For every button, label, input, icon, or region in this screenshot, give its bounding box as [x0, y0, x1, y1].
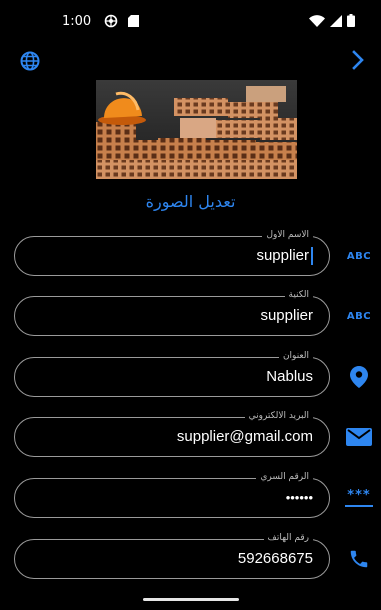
battery-icon	[347, 14, 355, 27]
phone-icon	[344, 547, 374, 571]
password-label: الرقم السري	[256, 470, 313, 484]
chevron-right-icon	[352, 50, 364, 70]
address-label: العنوان	[278, 349, 313, 363]
password-row: الرقم السري •••••• ***	[0, 470, 381, 522]
first-name-row: الاسم الاول supplier ABC	[0, 228, 381, 280]
phone-field[interactable]: رقم الهاتف 592668675	[14, 531, 330, 579]
first-name-value: supplier	[256, 247, 309, 264]
top-bar	[0, 45, 381, 75]
globe-icon	[20, 51, 40, 71]
status-bar: 1:00	[0, 0, 381, 40]
last-name-row: الكنية supplier ABC	[0, 288, 381, 340]
abc-icon: ABC	[346, 250, 372, 262]
back-button[interactable]	[347, 49, 369, 71]
last-name-value: supplier	[260, 307, 313, 324]
construction-bricks-image	[96, 80, 297, 179]
address-row: العنوان Nablus	[0, 349, 381, 401]
password-value: ••••••	[285, 490, 313, 505]
password-field[interactable]: الرقم السري ••••••	[14, 470, 330, 518]
sd-card-icon	[128, 15, 139, 27]
location-pin-icon	[344, 365, 374, 389]
phone-value: 592668675	[237, 550, 313, 567]
email-label: البريد الالكتروني	[244, 409, 313, 423]
first-name-label: الاسم الاول	[262, 228, 313, 242]
last-name-label: الكنية	[284, 288, 313, 302]
phone-row: رقم الهاتف 592668675	[0, 531, 381, 583]
address-field[interactable]: العنوان Nablus	[14, 349, 330, 397]
email-row: البريد الالكتروني supplier@gmail.com	[0, 409, 381, 461]
edit-photo-button[interactable]: تعديل الصورة	[0, 192, 381, 211]
last-name-field[interactable]: الكنية supplier	[14, 288, 330, 336]
first-name-field[interactable]: الاسم الاول supplier	[14, 228, 330, 276]
vpn-icon	[104, 14, 118, 28]
phone-label: رقم الهاتف	[263, 531, 313, 545]
address-value: Nablus	[266, 368, 313, 385]
home-indicator[interactable]	[143, 598, 239, 601]
email-value: supplier@gmail.com	[176, 428, 313, 445]
text-cursor	[311, 247, 313, 266]
email-field[interactable]: البريد الالكتروني supplier@gmail.com	[14, 409, 330, 457]
abc-icon: ABC	[346, 310, 372, 322]
profile-photo[interactable]	[96, 80, 297, 179]
password-icon: ***	[344, 486, 374, 510]
signal-icon	[330, 14, 342, 27]
status-time: 1:00	[62, 14, 92, 29]
language-button[interactable]	[19, 50, 41, 72]
wifi-icon	[309, 14, 325, 27]
email-icon	[344, 425, 374, 449]
